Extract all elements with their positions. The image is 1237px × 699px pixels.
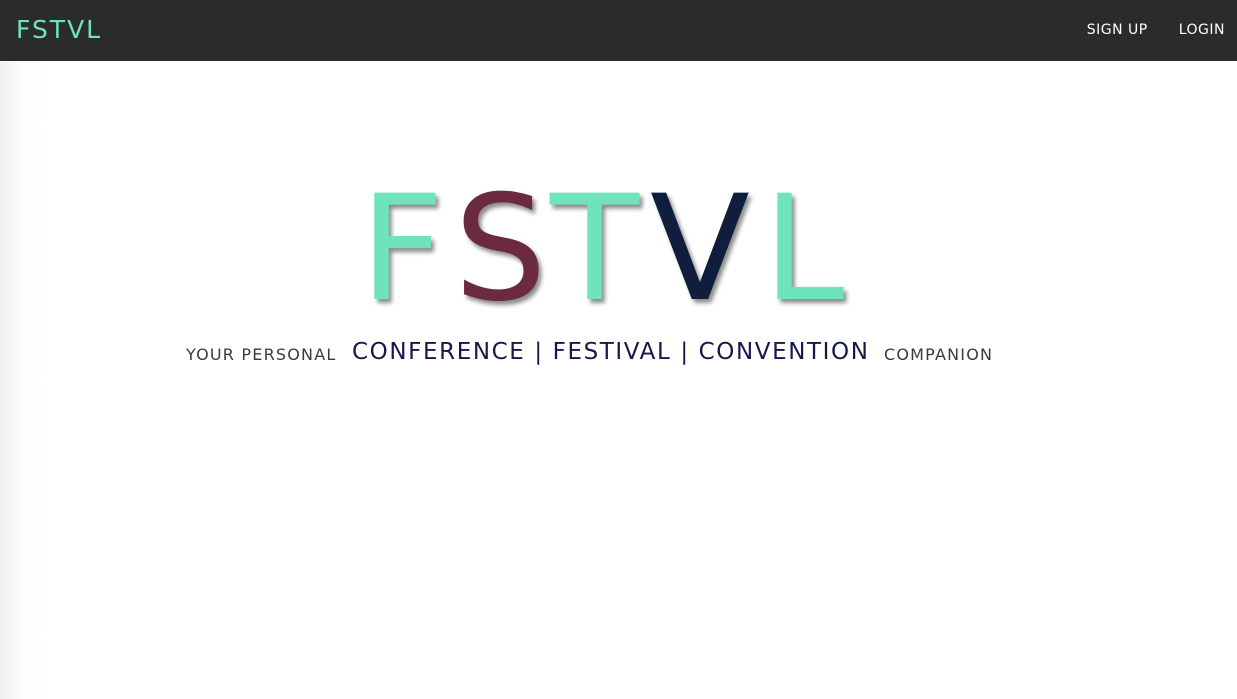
- brand-logo-link[interactable]: FSTVL: [16, 15, 102, 44]
- tagline-suffix: COMPANION: [884, 345, 994, 364]
- logo-letter-s: S: [454, 164, 547, 334]
- logo-letter-v: V: [650, 164, 750, 334]
- sign-up-link[interactable]: SIGN UP: [1087, 22, 1148, 38]
- logo-letter-l: L: [763, 164, 845, 334]
- tagline-main: CONFERENCE | FESTIVAL | CONVENTION: [352, 339, 870, 365]
- hero-logo: F S T V L: [360, 164, 860, 334]
- login-link[interactable]: LOGIN: [1179, 22, 1225, 38]
- navbar: FSTVL SIGN UP LOGIN: [0, 0, 1237, 61]
- nav-links: SIGN UP LOGIN: [1087, 22, 1225, 38]
- logo-letter-t: T: [550, 164, 640, 334]
- tagline: YOUR PERSONAL CONFERENCE | FESTIVAL | CO…: [186, 339, 1016, 369]
- main-content: F S T V L YOUR PERSONAL CONFERENCE | FES…: [0, 61, 1237, 699]
- logo-letter-f: F: [360, 164, 444, 334]
- tagline-prefix: YOUR PERSONAL: [186, 345, 337, 364]
